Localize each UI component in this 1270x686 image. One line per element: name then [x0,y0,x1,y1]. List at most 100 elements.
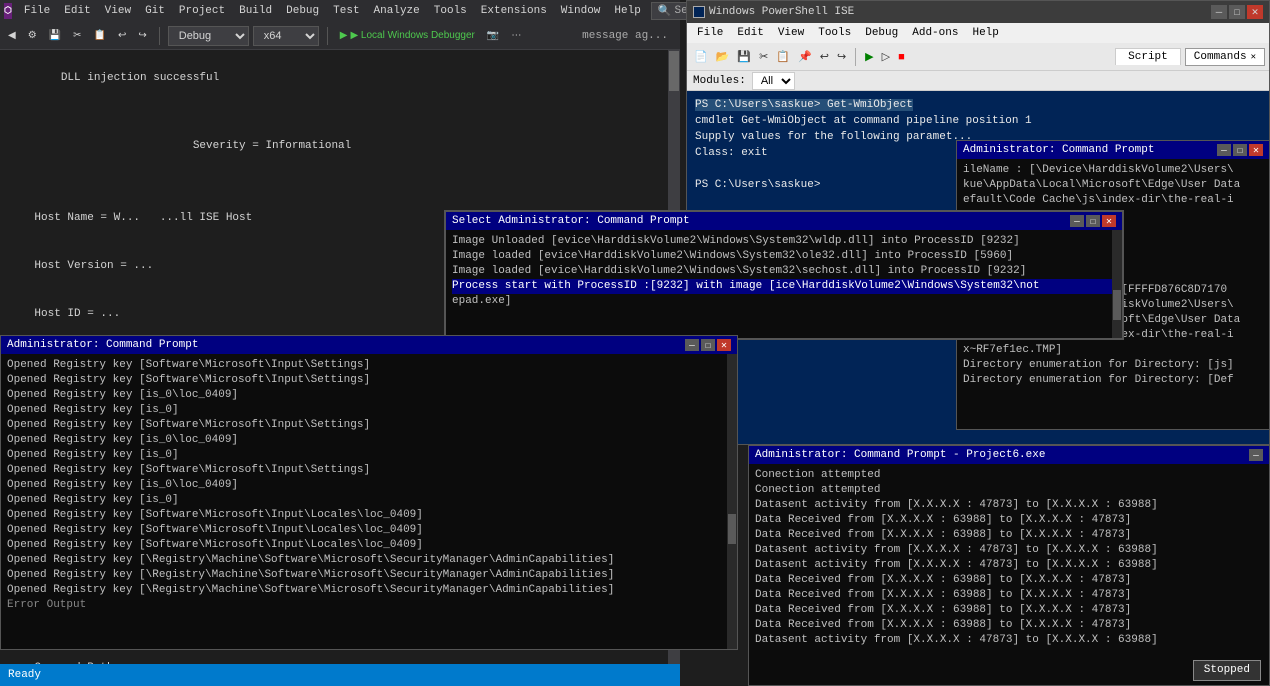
ps-menu-view[interactable]: View [772,26,810,40]
toolbar-btn-4[interactable]: 📋 [90,28,110,43]
vs-menu-debug[interactable]: Debug [280,3,325,19]
toolbar-more-btn[interactable]: ⋯ [507,28,525,43]
cmd-select-title: Select Administrator: Command Prompt [452,215,690,227]
cmd-select-minimize[interactable]: ─ [1070,215,1084,227]
vs-menu-git[interactable]: Git [139,3,171,19]
cmd-br-line-12: Datasent activity from [X.X.X.X : 47873]… [755,633,1263,648]
search-icon: 🔍 [658,4,672,18]
ps-ise-window-controls: ─ □ ✕ [1211,5,1263,19]
toolbar-btn-2[interactable]: 💾 [45,28,65,43]
toolbar-btn-3[interactable]: ✂ [69,28,85,43]
ps-open-btn[interactable]: 📂 [713,48,733,65]
cmd-bl-line-9: Opened Registry key [is_0\loc_0409] [7,478,731,493]
toolbar-camera-btn[interactable]: 📷 [483,28,503,43]
cmd-tr-line-13: x~RF7ef1ec.TMP] [963,343,1263,358]
ps-new-btn[interactable]: 📄 [691,48,711,65]
ps-undo-btn[interactable]: ↩ [817,48,832,65]
ps-ise-close-btn[interactable]: ✕ [1247,5,1263,19]
ps-line-2: cmdlet Get-WmiObject at command pipeline… [695,113,1261,129]
vs-statusbar: Ready [0,664,680,686]
cmd-tr-minimize[interactable]: ─ [1217,144,1231,156]
cmd-bl-maximize[interactable]: □ [701,339,715,351]
modules-dropdown[interactable]: All [752,72,795,90]
ps-menu-debug[interactable]: Debug [859,26,904,40]
cmd-tr-line-14: Directory enumeration for Directory: [js… [963,358,1263,373]
vs-menu-tools[interactable]: Tools [428,3,473,19]
cmd-tr-titlebar: Administrator: Command Prompt ─ □ ✕ [957,141,1269,159]
cmd-tr-line-2: kue\AppData\Local\Microsoft\Edge\User Da… [963,178,1263,193]
vs-menu-window[interactable]: Window [555,3,607,19]
cmd-bl-scrollbar[interactable] [727,354,737,649]
ps-stop-btn[interactable]: ■ [895,49,908,65]
cmd-br-line-5: Data Received from [X.X.X.X : 63988] to … [755,528,1263,543]
toolbar-undo-btn[interactable]: ↩ [114,28,130,43]
ps-cut-btn[interactable]: ✂ [756,48,771,65]
vs-menu-file[interactable]: File [18,3,56,19]
ps-ise-minimize-btn[interactable]: ─ [1211,5,1227,19]
ps-ise-titlebar: Windows PowerShell ISE ─ □ ✕ [687,1,1269,23]
toolbar-redo-btn[interactable]: ↪ [134,28,150,43]
run-button[interactable]: ▶ ▶ Local Windows Debugger [336,28,479,43]
ps-menu-addons[interactable]: Add-ons [906,26,964,40]
ps-ise-menubar: File Edit View Tools Debug Add-ons Help [687,23,1269,43]
statusbar-text: Ready [8,669,41,681]
vs-menu-test[interactable]: Test [327,3,365,19]
cmd-br-minimize[interactable]: ─ [1249,449,1263,461]
cmd-select-scrollbar[interactable] [1112,230,1122,338]
cmd-bl-content: Opened Registry key [Software\Microsoft\… [1,354,737,649]
vs-menu-extensions[interactable]: Extensions [475,3,553,19]
cmd-tr-maximize[interactable]: □ [1233,144,1247,156]
ps-menu-help[interactable]: Help [966,26,1004,40]
cmd-select-scrollbar-thumb [1113,290,1121,320]
ps-menu-edit[interactable]: Edit [731,26,769,40]
vs-menu-view[interactable]: View [99,3,137,19]
ps-redo-btn[interactable]: ↪ [834,48,849,65]
ps-ise-maximize-btn[interactable]: □ [1229,5,1245,19]
ps-commands-tab[interactable]: Commands ✕ [1185,48,1265,66]
cmd-select-close[interactable]: ✕ [1102,215,1116,227]
commands-close-icon[interactable]: ✕ [1251,52,1256,62]
cmd-bl-minimize[interactable]: ─ [685,339,699,351]
ps-script-tab[interactable]: Script [1115,48,1181,65]
cmd-br-line-8: Data Received from [X.X.X.X : 63988] to … [755,573,1263,588]
cmd-br-line-1: Conection attempted [755,468,1263,483]
vs-menu-help[interactable]: Help [608,3,646,19]
vs-menu-edit[interactable]: Edit [58,3,96,19]
vs-toolbar: ◀ ⚙ 💾 ✂ 📋 ↩ ↪ Debug x64 ▶ ▶ Local Window… [0,22,680,50]
cmd-bl-line-14: Opened Registry key [\Registry\Machine\S… [7,553,731,568]
severity-line: Severity = Informational [61,140,351,152]
toolbar-btn-1[interactable]: ⚙ [24,28,41,43]
platform-dropdown[interactable]: x64 [253,26,319,46]
dll-injection-line: DLL injection successful [61,72,219,84]
cmd-bl-error-line: Error Output [7,598,731,613]
vs-menu-project[interactable]: Project [173,3,231,19]
ps-menu-file[interactable]: File [691,26,729,40]
command-path-line: Command Path = [8,660,672,664]
cmd-br-content: Conection attempted Conection attempted … [749,464,1269,685]
cmd-bl-close[interactable]: ✕ [717,339,731,351]
cmd-bl-line-4: Opened Registry key [is_0] [7,403,731,418]
cmd-select-controls: ─ □ ✕ [1070,215,1116,227]
ps-script-commands-tabs: Script Commands ✕ [1115,48,1265,66]
ps-save-btn[interactable]: 💾 [734,48,754,65]
cmd-tr-line-1: ileName : [\Device\HarddiskVolume2\Users… [963,163,1263,178]
vs-menu-analyze[interactable]: Analyze [368,3,426,19]
vs-menu-build[interactable]: Build [233,3,278,19]
ps-run-selection-btn[interactable]: ▷ [879,48,893,65]
cmd-tr-controls: ─ □ ✕ [1217,144,1263,156]
toolbar-back-btn[interactable]: ◀ [4,28,20,43]
cmd-select-titlebar: Select Administrator: Command Prompt ─ □… [446,212,1122,230]
debug-config-dropdown[interactable]: Debug [168,26,249,46]
ps-paste-btn[interactable]: 📌 [795,48,815,65]
ps-ise-toolbar: 📄 📂 💾 ✂ 📋 📌 ↩ ↪ ▶ ▷ ■ Script Commands ✕ [687,43,1269,71]
ps-menu-tools[interactable]: Tools [812,26,857,40]
cmd-bl-line-10: Opened Registry key [is_0] [7,493,731,508]
cmd-tr-title: Administrator: Command Prompt [963,144,1154,156]
ps-run-all-btn[interactable]: ▶ [862,48,876,65]
cmd-sel-line-3: Image loaded [evice\HarddiskVolume2\Wind… [452,264,1116,279]
cmd-tr-close[interactable]: ✕ [1249,144,1263,156]
cmd-select-maximize[interactable]: □ [1086,215,1100,227]
ps-copy-btn[interactable]: 📋 [773,48,793,65]
cmd-bl-line-2: Opened Registry key [Software\Microsoft\… [7,373,731,388]
play-icon: ▶ [340,30,348,41]
